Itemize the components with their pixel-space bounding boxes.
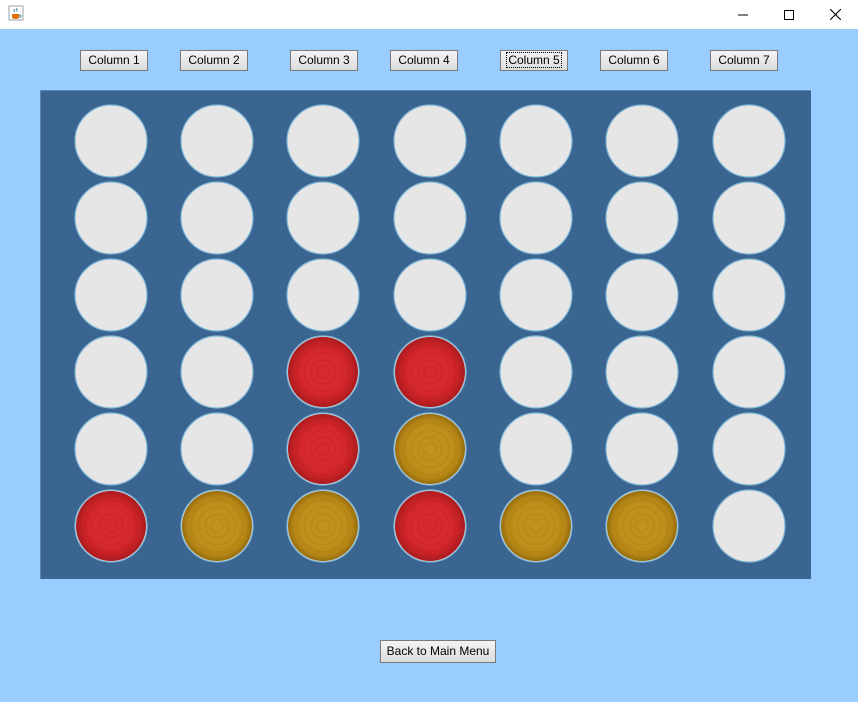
board-cell-r1-c7-empty	[712, 104, 786, 178]
board-cell-r6-c6-yellow	[605, 489, 679, 563]
board-cell-r3-c5-empty	[499, 258, 573, 332]
board-cell-r3-c2-empty	[180, 258, 254, 332]
board-cell-r4-c2-empty	[180, 335, 254, 409]
board-cell-r6-c1-red	[74, 489, 148, 563]
board-cell-r6-c2-yellow	[180, 489, 254, 563]
column-7-button[interactable]: Column 7	[710, 50, 778, 71]
board-cell-r5-c7-empty	[712, 412, 786, 486]
board-cell-r2-c4-empty	[393, 181, 467, 255]
board-cell-r2-c3-empty	[286, 181, 360, 255]
board-cell-r2-c5-empty	[499, 181, 573, 255]
column-3-label: Column 3	[298, 53, 350, 67]
column-5-button[interactable]: Column 5	[500, 50, 568, 71]
board-cell-r1-c3-empty	[286, 104, 360, 178]
board-cell-r4-c5-empty	[499, 335, 573, 409]
board-cell-r6-c5-yellow	[499, 489, 573, 563]
board-cell-r5-c1-empty	[74, 412, 148, 486]
board-cell-r2-c7-empty	[712, 181, 786, 255]
java-cup-icon	[8, 5, 24, 21]
column-7-label: Column 7	[718, 53, 770, 67]
board-grid	[74, 104, 786, 563]
board-cell-r4-c7-empty	[712, 335, 786, 409]
column-6-label: Column 6	[608, 53, 660, 67]
board-cell-r5-c6-empty	[605, 412, 679, 486]
column-4-label: Column 4	[398, 53, 450, 67]
board-cell-r5-c3-red	[286, 412, 360, 486]
column-6-button[interactable]: Column 6	[600, 50, 668, 71]
board-cell-r3-c4-empty	[393, 258, 467, 332]
board-cell-r3-c3-empty	[286, 258, 360, 332]
game-board	[40, 90, 811, 579]
board-cell-r3-c1-empty	[74, 258, 148, 332]
column-3-button[interactable]: Column 3	[290, 50, 358, 71]
board-cell-r6-c3-yellow	[286, 489, 360, 563]
minimize-icon[interactable]	[720, 0, 766, 29]
maximize-icon[interactable]	[766, 0, 812, 29]
board-cell-r1-c4-empty	[393, 104, 467, 178]
game-panel: Column 1 Column 2 Column 3 Column 4 Colu…	[0, 29, 858, 702]
board-cell-r1-c1-empty	[74, 104, 148, 178]
board-cell-r4-c4-red	[393, 335, 467, 409]
board-cell-r4-c1-empty	[74, 335, 148, 409]
board-cell-r5-c4-yellow	[393, 412, 467, 486]
close-icon[interactable]	[812, 0, 858, 29]
column-2-label: Column 2	[188, 53, 240, 67]
board-cell-r2-c1-empty	[74, 181, 148, 255]
board-cell-r6-c4-red	[393, 489, 467, 563]
back-button-label: Back to Main Menu	[386, 644, 490, 658]
board-cell-r4-c6-empty	[605, 335, 679, 409]
board-cell-r3-c6-empty	[605, 258, 679, 332]
column-2-button[interactable]: Column 2	[180, 50, 248, 71]
title-bar	[0, 0, 858, 29]
board-cell-r1-c6-empty	[605, 104, 679, 178]
column-5-label: Column 5	[506, 52, 562, 68]
column-4-button[interactable]: Column 4	[390, 50, 458, 71]
board-cell-r5-c2-empty	[180, 412, 254, 486]
board-cell-r1-c5-empty	[499, 104, 573, 178]
board-cell-r2-c6-empty	[605, 181, 679, 255]
board-cell-r3-c7-empty	[712, 258, 786, 332]
back-to-main-menu-button[interactable]: Back to Main Menu	[380, 640, 496, 663]
column-1-button[interactable]: Column 1	[80, 50, 148, 71]
board-cell-r1-c2-empty	[180, 104, 254, 178]
board-cell-r4-c3-red	[286, 335, 360, 409]
column-1-label: Column 1	[88, 53, 140, 67]
board-cell-r6-c7-empty	[712, 489, 786, 563]
board-cell-r5-c5-empty	[499, 412, 573, 486]
board-cell-r2-c2-empty	[180, 181, 254, 255]
